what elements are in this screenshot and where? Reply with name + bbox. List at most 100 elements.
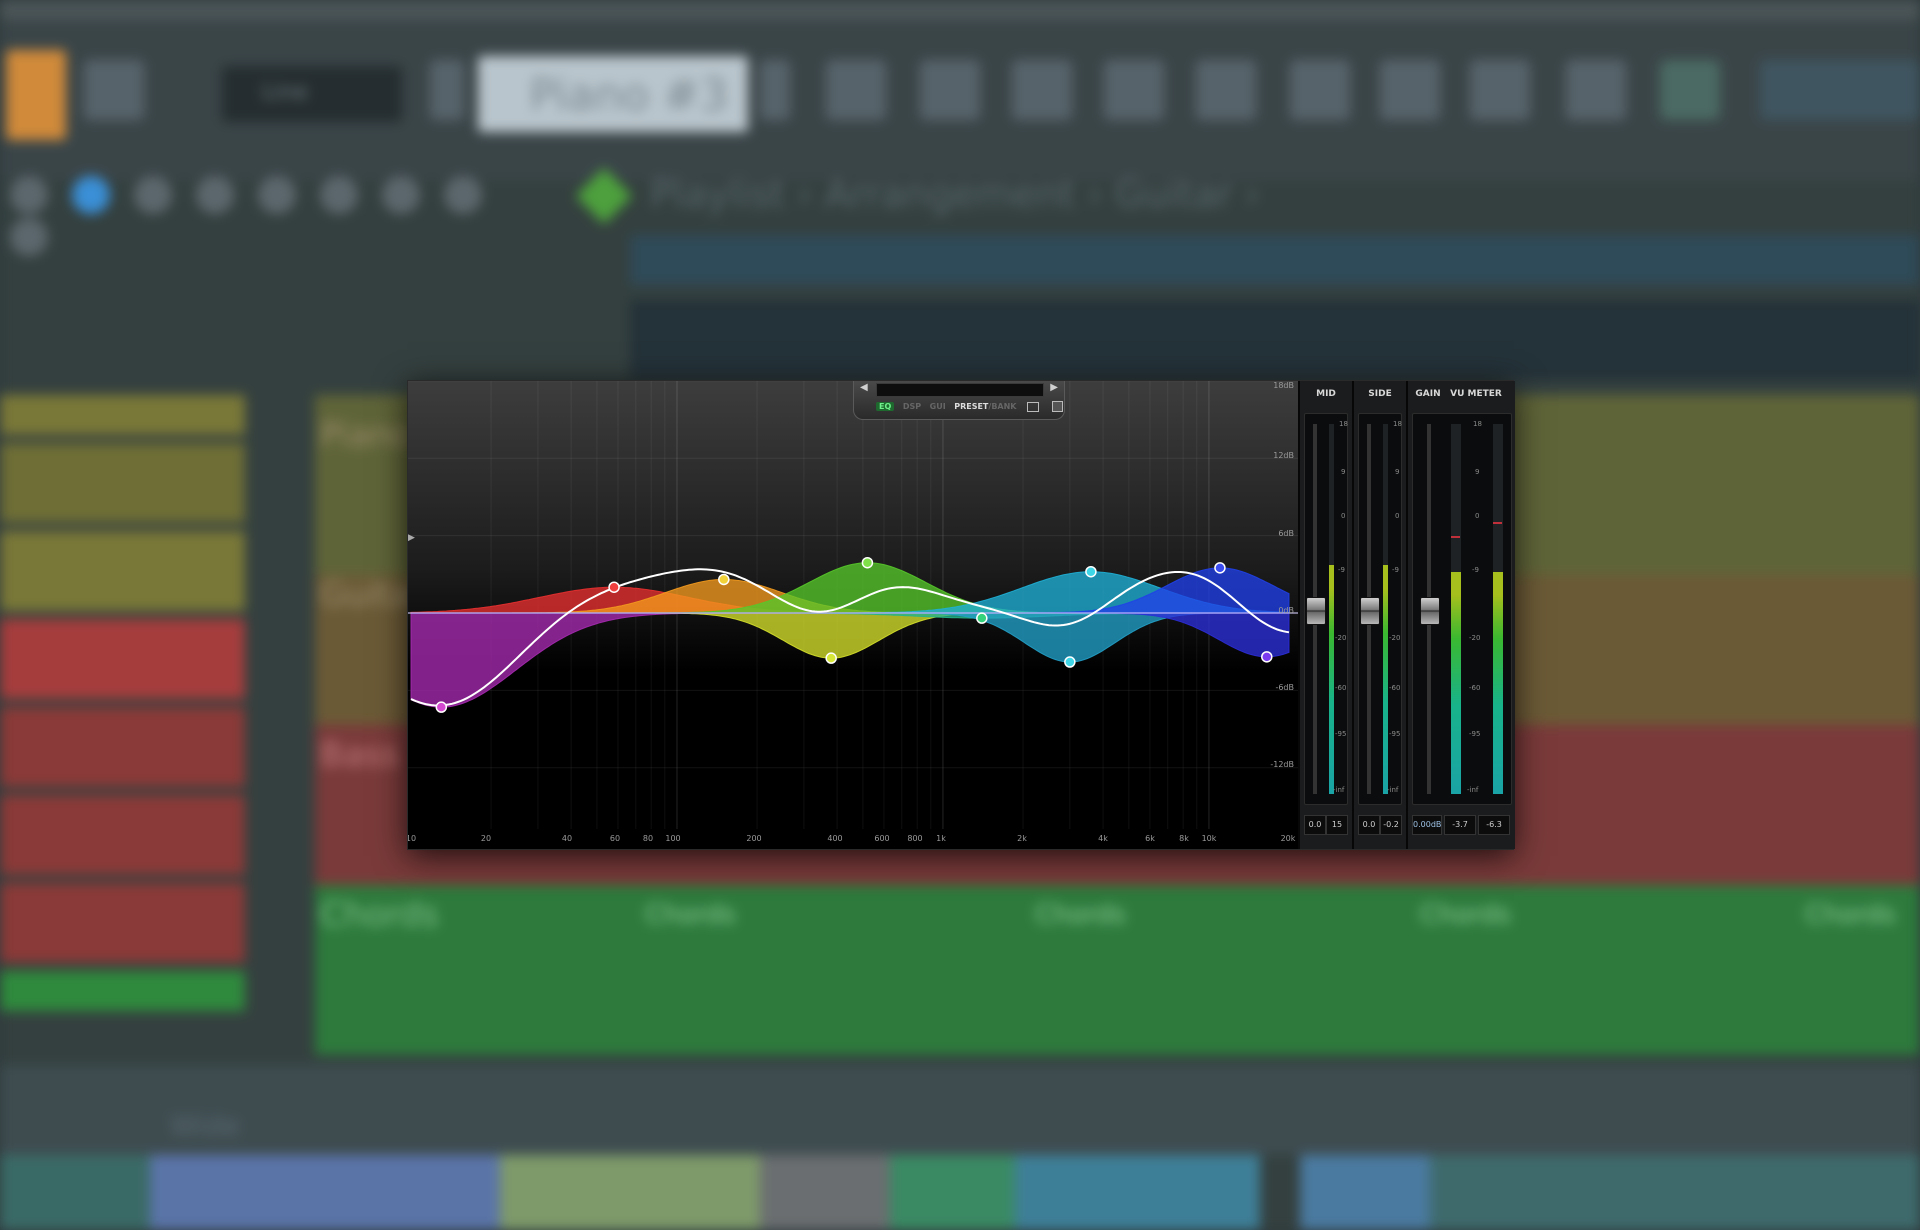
- cpu-icon: [1660, 60, 1720, 120]
- preset-display[interactable]: [876, 383, 1044, 397]
- scale-mark: -20: [1335, 634, 1347, 642]
- zoom-icon[interactable]: [444, 176, 482, 214]
- vu-left-bar: [1451, 572, 1461, 794]
- eq-band-node-3[interactable]: [718, 573, 730, 586]
- mid-fader-knob[interactable]: [1306, 597, 1326, 625]
- delete-icon[interactable]: [134, 176, 172, 214]
- plugin-tabs: EQ DSP GUI PRESET/BANK: [876, 401, 1069, 415]
- playback-icon[interactable]: [10, 218, 48, 256]
- folder-icon[interactable]: [1027, 401, 1040, 412]
- vu-peak-marker: [1451, 536, 1460, 538]
- save-icon[interactable]: [1051, 401, 1063, 412]
- prev-preset-icon[interactable]: ◀: [860, 382, 868, 393]
- tab-preset[interactable]: PRESET: [954, 402, 988, 411]
- eq-band-node-9[interactable]: [1214, 562, 1226, 574]
- tab-bank-label: BANK: [991, 402, 1017, 411]
- gain-fader-knob[interactable]: [1420, 597, 1440, 625]
- playlist-icon[interactable]: [826, 60, 886, 120]
- db-label: 18dB: [1273, 381, 1294, 390]
- pattern-selector[interactable]: Piano #3: [478, 56, 748, 132]
- eq-plugin-window: 18dB 12dB 6dB 0dB -6dB -12dB 10 20 40 60…: [407, 380, 1515, 850]
- piano-roll-icon[interactable]: [920, 60, 980, 120]
- scale-mark: -inf: [1387, 786, 1399, 794]
- expand-arrow-icon[interactable]: ▶: [408, 533, 415, 543]
- tab-bank[interactable]: /BANK: [988, 402, 1016, 411]
- side-meter-title: SIDE: [1368, 389, 1392, 399]
- pattern-prev-icon[interactable]: [430, 60, 464, 120]
- hint-panel: [1760, 60, 1920, 120]
- pencil-icon[interactable]: [10, 176, 48, 214]
- mute-icon[interactable]: [196, 176, 234, 214]
- clip-label: Chords: [1420, 900, 1511, 930]
- db-label: -6dB: [1275, 683, 1294, 692]
- scale-mark: 9: [1395, 468, 1400, 476]
- freq-label: 1k: [936, 834, 946, 843]
- eq-band-node-2[interactable]: [608, 581, 620, 593]
- tab-gui[interactable]: GUI: [930, 402, 946, 411]
- scale-mark: -inf: [1333, 786, 1345, 794]
- scale-mark: -95: [1389, 730, 1401, 738]
- side-meter-panel: SIDE 18 9 0 -9 -20 -60 -95 -inf 0.0 -0.2: [1352, 381, 1406, 849]
- paint-icon[interactable]: [72, 176, 110, 214]
- side-value-readout[interactable]: 0.0: [1358, 815, 1380, 835]
- gain-value-readout[interactable]: 0.00dB: [1412, 815, 1442, 835]
- pattern-next-icon[interactable]: [760, 60, 790, 120]
- track-label-piano: Piano: [320, 415, 413, 455]
- mixer-icon[interactable]: [1104, 60, 1164, 120]
- eq-band-node-4[interactable]: [825, 652, 837, 664]
- scale-mark: -60: [1389, 684, 1401, 692]
- freq-label: 2k: [1017, 834, 1027, 843]
- channel-rack-icon[interactable]: [1012, 60, 1072, 120]
- select-icon[interactable]: [382, 176, 420, 214]
- eq-graph[interactable]: 18dB 12dB 6dB 0dB -6dB -12dB 10 20 40 60…: [408, 381, 1298, 849]
- tab-eq[interactable]: EQ: [876, 402, 895, 411]
- eq-band-node-7[interactable]: [1085, 565, 1097, 578]
- scale-mark: -9: [1338, 566, 1345, 574]
- file-icon[interactable]: [1290, 60, 1350, 120]
- help-icon[interactable]: [1566, 60, 1626, 120]
- snap-select[interactable]: Line: [222, 66, 402, 122]
- logo-button[interactable]: [6, 50, 66, 140]
- mid-peak-readout: 15: [1326, 815, 1348, 835]
- tempo-icon[interactable]: [1470, 60, 1530, 120]
- scale-mark: 9: [1475, 468, 1480, 476]
- mid-meter-well: 18 9 0 -9 -20 -60 -95 -inf: [1304, 413, 1348, 805]
- db-label: 12dB: [1273, 451, 1294, 460]
- freq-label: 400: [827, 834, 843, 843]
- clip-label: Chords: [645, 900, 736, 930]
- eq-band-node-8[interactable]: [1064, 656, 1076, 668]
- freq-label: 10k: [1201, 834, 1217, 843]
- eq-curve-svg[interactable]: [408, 381, 1298, 849]
- slip-icon[interactable]: [258, 176, 296, 214]
- eq-band-node-1[interactable]: [435, 701, 448, 713]
- scale-mark: 9: [1341, 468, 1346, 476]
- eq-band-node-5[interactable]: [861, 556, 874, 569]
- scale-mark: -95: [1335, 730, 1347, 738]
- eq-band-node-10[interactable]: [1261, 651, 1273, 663]
- side-level-bar: [1383, 564, 1388, 794]
- side-peak-readout: -0.2: [1380, 815, 1402, 835]
- overview-timeline[interactable]: [630, 235, 1920, 285]
- bar-ruler[interactable]: [630, 300, 1920, 380]
- clip-label: Chords: [1035, 900, 1126, 930]
- next-preset-icon[interactable]: ▶: [1050, 382, 1058, 393]
- mixer-strip-bar: Wide: [0, 1065, 1920, 1155]
- freq-label: 60: [609, 834, 621, 843]
- slice-icon[interactable]: [320, 176, 358, 214]
- plugin-icon[interactable]: [1380, 60, 1440, 120]
- user-icon[interactable]: [84, 60, 144, 120]
- scale-mark: 18: [1393, 420, 1402, 428]
- mid-value-readout[interactable]: 0.0: [1304, 815, 1326, 835]
- mid-meter-panel: MID 18 9 0 -9 -20 -60 -95 -inf 0.0 15: [1298, 381, 1352, 849]
- mixer-mode-label: Wide: [170, 1109, 240, 1142]
- gain-vu-panel: GAIN VU METER 18 9 0 -9 -20 -60 -95 -inf…: [1406, 381, 1515, 849]
- scale-mark: 18: [1473, 420, 1482, 428]
- db-label: 0dB: [1278, 606, 1294, 615]
- browser-icon[interactable]: [1196, 60, 1256, 120]
- tab-dsp[interactable]: DSP: [903, 402, 921, 411]
- eq-band-node-6[interactable]: [976, 612, 988, 624]
- scale-mark: 18: [1339, 420, 1348, 428]
- freq-label: 4k: [1098, 834, 1108, 843]
- scale-mark: -inf: [1467, 786, 1479, 794]
- side-fader-knob[interactable]: [1360, 597, 1380, 625]
